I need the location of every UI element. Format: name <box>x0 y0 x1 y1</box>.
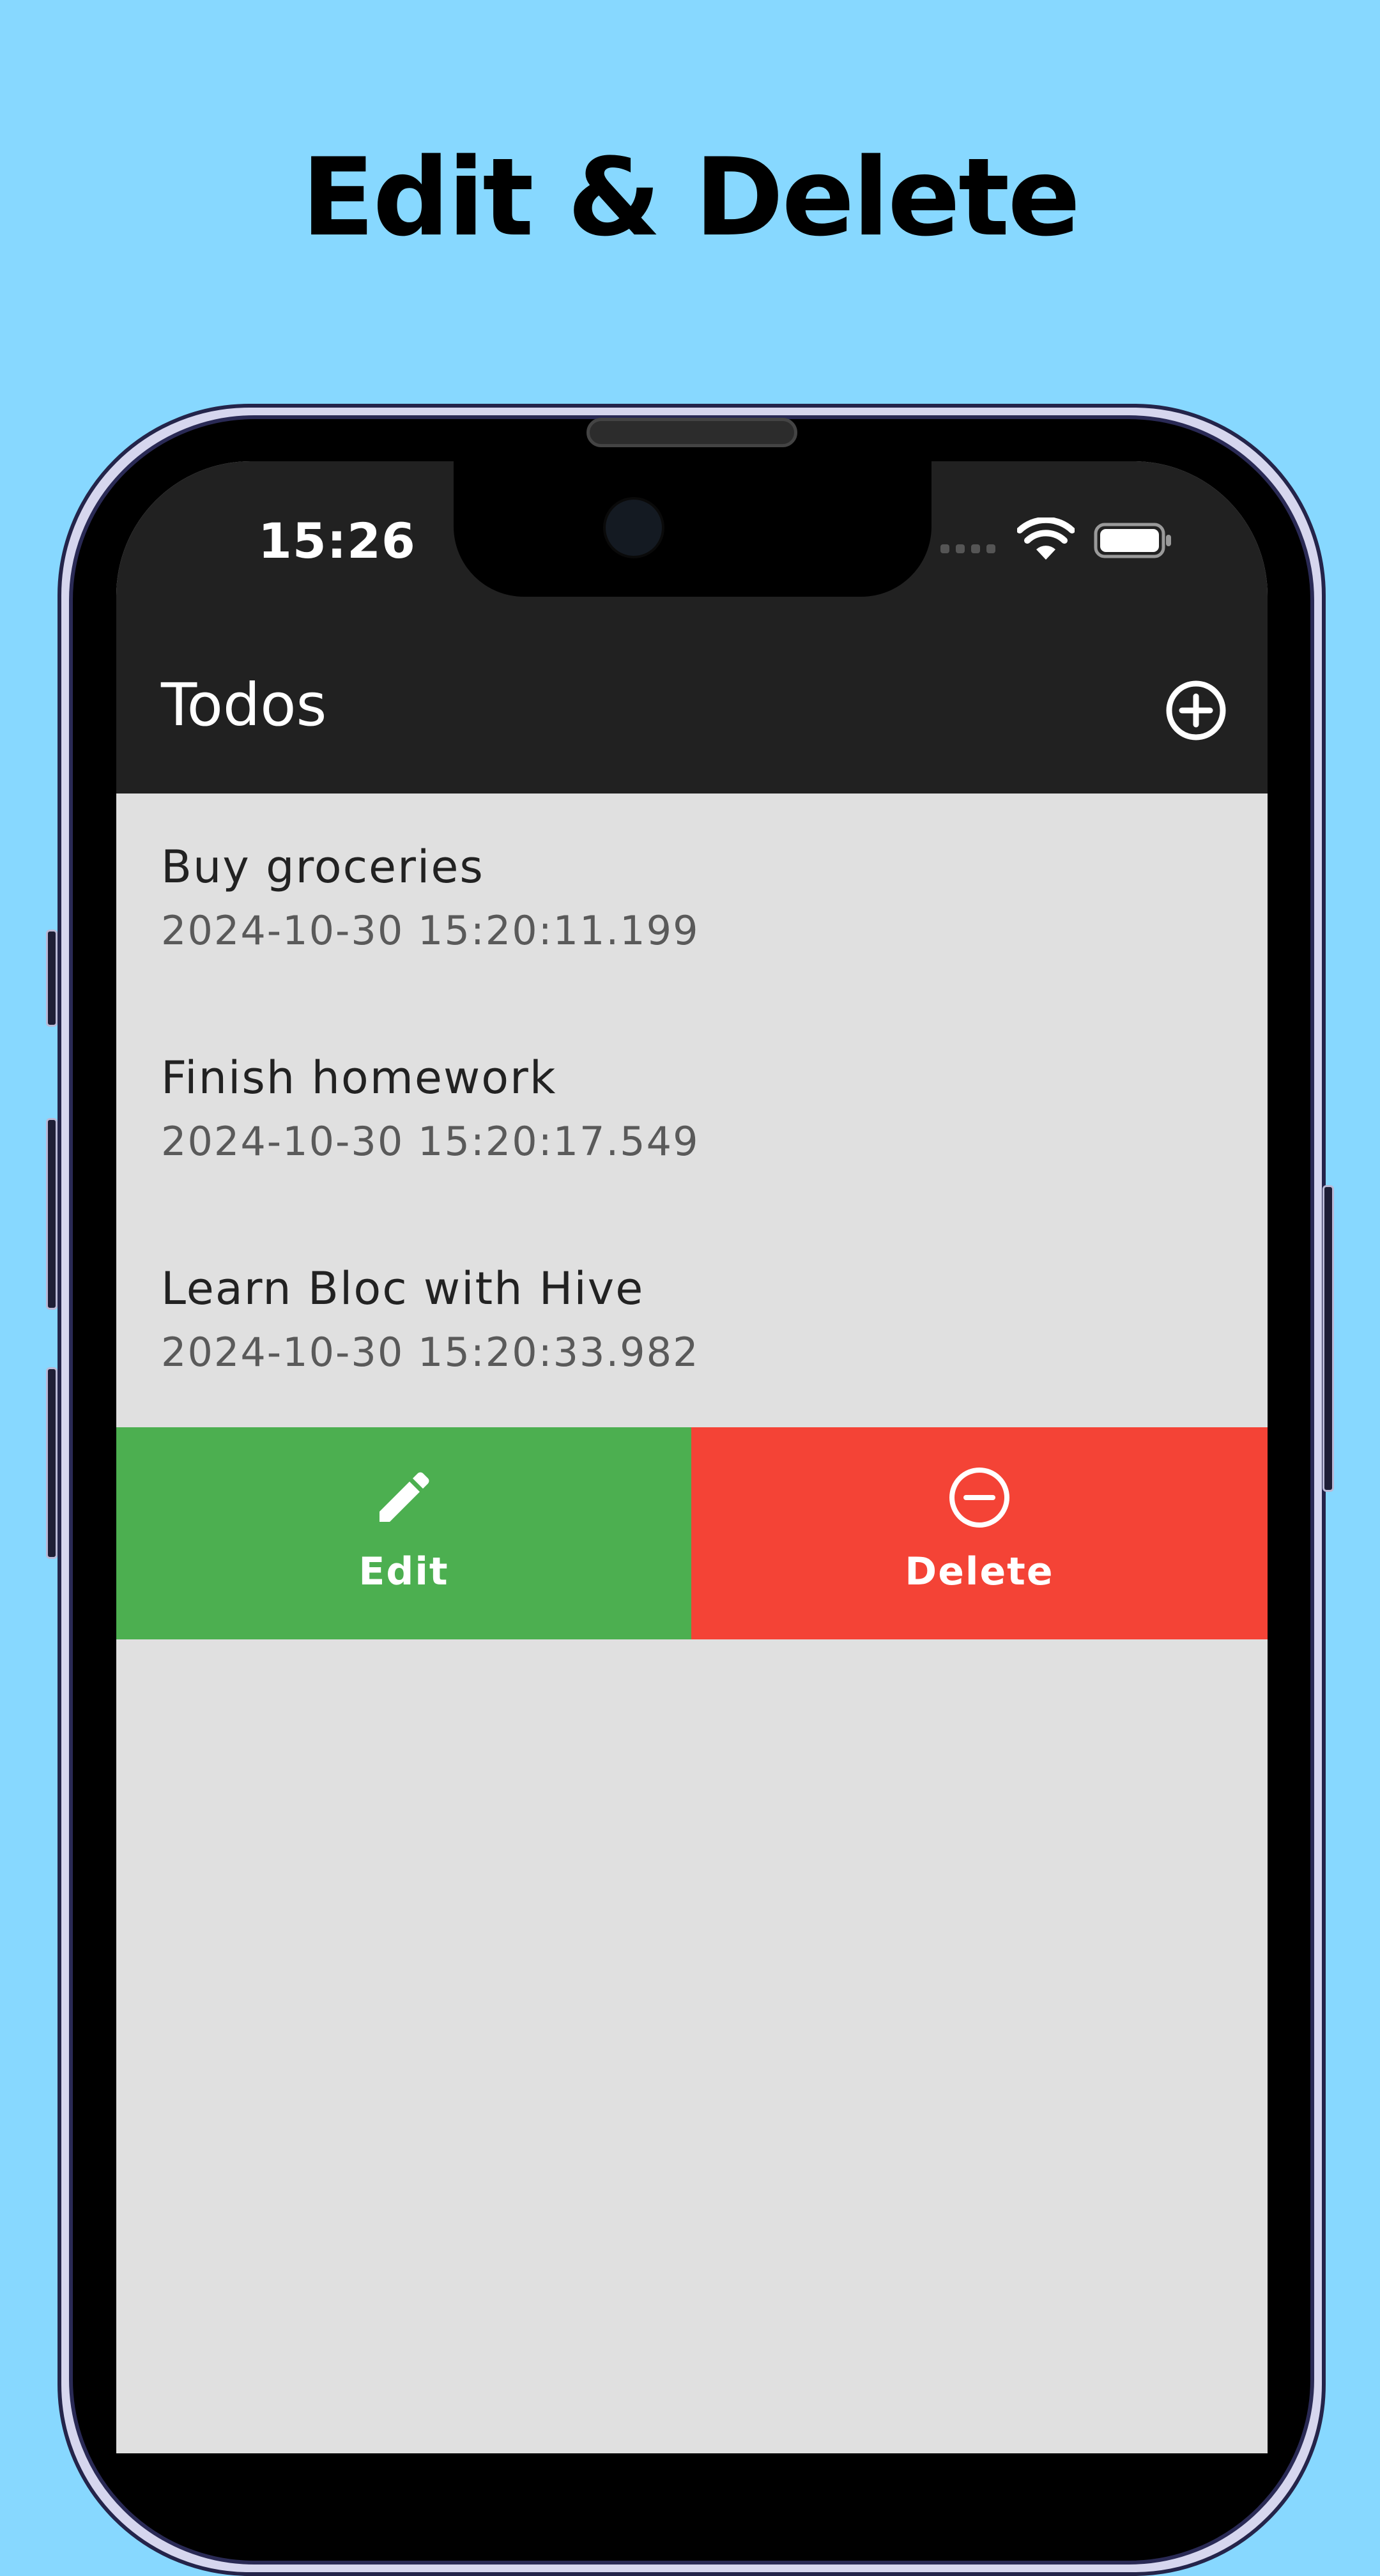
front-camera <box>603 497 664 558</box>
edit-label: Edit <box>358 1549 449 1594</box>
volume-up-button <box>46 1118 57 1310</box>
phone-screen: 15:26 Todos Buy groceries 2024-10-30 15:… <box>116 461 1268 2453</box>
cellular-signal-icon <box>940 538 1004 553</box>
page-title: Todos <box>161 671 327 739</box>
notch <box>454 461 931 597</box>
todo-title: Learn Bloc with Hive <box>161 1262 645 1315</box>
todo-date: 2024-10-30 15:20:17.549 <box>161 1118 700 1165</box>
todo-list-item[interactable]: Finish homework 2024-10-30 15:20:17.549 <box>116 1004 1268 1215</box>
todo-title: Finish homework <box>161 1052 557 1104</box>
mute-switch <box>46 930 57 1027</box>
minus-circle-icon <box>949 1468 1009 1528</box>
power-button <box>1322 1185 1334 1492</box>
volume-down-button <box>46 1367 57 1559</box>
todo-list-item[interactable]: Learn Bloc with Hive 2024-10-30 15:20:33… <box>116 1215 1268 1426</box>
delete-button[interactable]: Delete <box>691 1427 1268 1639</box>
earpiece-speaker <box>586 418 797 447</box>
app-bar: 15:26 Todos <box>116 461 1268 793</box>
add-circle-icon[interactable] <box>1164 678 1228 742</box>
delete-label: Delete <box>905 1549 1054 1594</box>
battery-icon <box>1094 523 1171 558</box>
todo-title: Buy groceries <box>161 841 484 893</box>
todo-date: 2024-10-30 15:20:33.982 <box>161 1329 700 1376</box>
headline: Edit & Delete <box>301 135 1081 260</box>
todo-date: 2024-10-30 15:20:11.199 <box>161 907 700 954</box>
pencil-icon <box>379 1472 429 1522</box>
todo-list-item[interactable]: Buy groceries 2024-10-30 15:20:11.199 <box>116 793 1268 1004</box>
edit-button[interactable]: Edit <box>116 1427 691 1639</box>
status-time: 15:26 <box>258 512 416 569</box>
wifi-icon <box>1017 518 1075 560</box>
